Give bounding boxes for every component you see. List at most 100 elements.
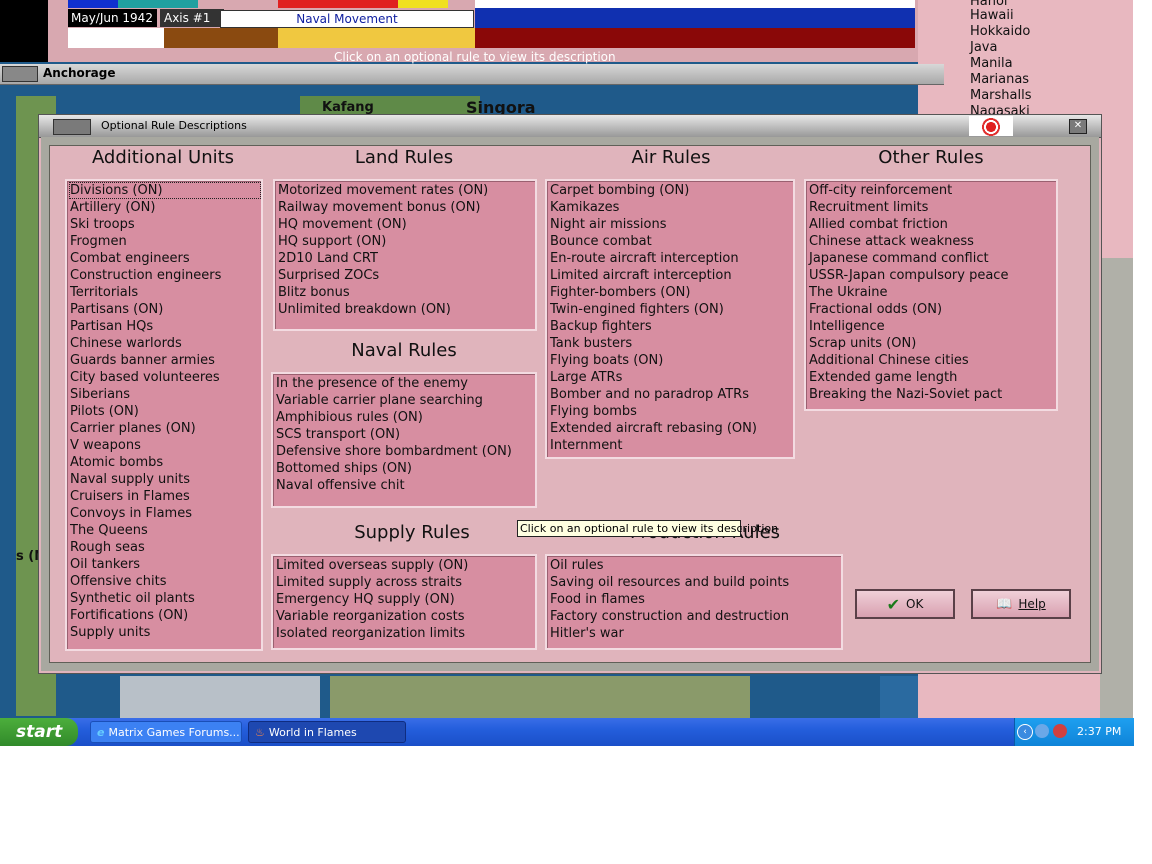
list-item[interactable]: Night air missions bbox=[549, 216, 793, 233]
list-item[interactable]: Bomber and no paradrop ATRs bbox=[549, 386, 793, 403]
list-item[interactable]: Marianas bbox=[970, 72, 1029, 87]
production-rules-list[interactable]: Oil rules Saving oil resources and build… bbox=[545, 554, 843, 650]
list-item[interactable]: Surprised ZOCs bbox=[277, 267, 535, 284]
taskbar-item-forums[interactable]: e Matrix Games Forums... bbox=[90, 721, 242, 743]
list-item[interactable]: Supply units bbox=[69, 624, 261, 641]
list-item[interactable]: En-route aircraft interception bbox=[549, 250, 793, 267]
list-item[interactable]: The Queens bbox=[69, 522, 261, 539]
start-button[interactable]: start bbox=[0, 718, 78, 746]
list-item[interactable]: Japanese command conflict bbox=[808, 250, 1056, 267]
list-item[interactable]: Variable reorganization costs bbox=[275, 608, 535, 625]
list-item[interactable]: Defensive shore bombardment (ON) bbox=[275, 443, 535, 460]
list-item[interactable]: Isolated reorganization limits bbox=[275, 625, 535, 642]
list-item[interactable]: Rough seas bbox=[69, 539, 261, 556]
list-item[interactable]: Blitz bonus bbox=[277, 284, 535, 301]
list-item[interactable]: Additional Chinese cities bbox=[808, 352, 1056, 369]
list-item[interactable]: V weapons bbox=[69, 437, 261, 454]
window-menu-icon[interactable] bbox=[2, 66, 38, 82]
list-item[interactable]: Extended game length bbox=[808, 369, 1056, 386]
list-item[interactable]: Siberians bbox=[69, 386, 261, 403]
list-item[interactable]: Scrap units (ON) bbox=[808, 335, 1056, 352]
list-item[interactable]: Partisan HQs bbox=[69, 318, 261, 335]
security-icon[interactable] bbox=[1053, 724, 1067, 738]
list-item[interactable]: Chinese warlords bbox=[69, 335, 261, 352]
additional-units-list[interactable]: Divisions (ON) Artillery (ON) Ski troops… bbox=[65, 179, 263, 651]
list-item[interactable]: Hitler's war bbox=[549, 625, 841, 642]
list-item[interactable]: 2D10 Land CRT bbox=[277, 250, 535, 267]
network-icon[interactable] bbox=[1035, 724, 1049, 738]
list-item[interactable]: Marshalls bbox=[970, 88, 1032, 103]
list-item[interactable]: Flying bombs bbox=[549, 403, 793, 420]
list-item[interactable]: Fractional odds (ON) bbox=[808, 301, 1056, 318]
list-item[interactable]: Partisans (ON) bbox=[69, 301, 261, 318]
list-item[interactable]: Flying boats (ON) bbox=[549, 352, 793, 369]
ok-button[interactable]: ✔ OK bbox=[855, 589, 955, 619]
list-item[interactable]: The Ukraine bbox=[808, 284, 1056, 301]
list-item[interactable]: Manila bbox=[970, 56, 1013, 71]
list-item[interactable]: Recruitment limits bbox=[808, 199, 1056, 216]
list-item[interactable]: Amphibious rules (ON) bbox=[275, 409, 535, 426]
list-item[interactable]: Tank busters bbox=[549, 335, 793, 352]
list-item[interactable]: Artillery (ON) bbox=[69, 199, 261, 216]
list-item[interactable]: Bounce combat bbox=[549, 233, 793, 250]
list-item[interactable]: Chinese attack weakness bbox=[808, 233, 1056, 250]
list-item[interactable]: Off-city reinforcement bbox=[808, 182, 1056, 199]
other-rules-list[interactable]: Off-city reinforcement Recruitment limit… bbox=[804, 179, 1058, 411]
list-item[interactable]: Emergency HQ supply (ON) bbox=[275, 591, 535, 608]
list-item[interactable]: Frogmen bbox=[69, 233, 261, 250]
supply-rules-list[interactable]: Limited overseas supply (ON) Limited sup… bbox=[271, 554, 537, 650]
window-menu-icon[interactable] bbox=[53, 119, 91, 135]
list-item[interactable]: SCS transport (ON) bbox=[275, 426, 535, 443]
list-item[interactable]: HQ movement (ON) bbox=[277, 216, 535, 233]
list-item[interactable]: Fortifications (ON) bbox=[69, 607, 261, 624]
list-item[interactable]: HQ support (ON) bbox=[277, 233, 535, 250]
list-item[interactable]: Construction engineers bbox=[69, 267, 261, 284]
list-item[interactable]: Combat engineers bbox=[69, 250, 261, 267]
list-item[interactable]: Extended aircraft rebasing (ON) bbox=[549, 420, 793, 437]
list-item[interactable]: Intelligence bbox=[808, 318, 1056, 335]
list-item[interactable]: Convoys in Flames bbox=[69, 505, 261, 522]
list-item[interactable]: In the presence of the enemy bbox=[275, 375, 535, 392]
list-item[interactable]: Limited supply across straits bbox=[275, 574, 535, 591]
list-item[interactable]: Java bbox=[970, 40, 997, 55]
list-item[interactable]: Carrier planes (ON) bbox=[69, 420, 261, 437]
list-item[interactable]: USSR-Japan compulsory peace bbox=[808, 267, 1056, 284]
list-item[interactable]: Motorized movement rates (ON) bbox=[277, 182, 535, 199]
list-item[interactable]: Territorials bbox=[69, 284, 261, 301]
list-item[interactable]: Twin-engined fighters (ON) bbox=[549, 301, 793, 318]
list-item[interactable]: Ski troops bbox=[69, 216, 261, 233]
naval-rules-list[interactable]: In the presence of the enemy Variable ca… bbox=[271, 372, 537, 508]
list-item[interactable]: Divisions (ON) bbox=[69, 182, 261, 199]
close-icon[interactable]: ✕ bbox=[1069, 119, 1087, 134]
list-item[interactable]: Food in flames bbox=[549, 591, 841, 608]
list-item[interactable]: Bottomed ships (ON) bbox=[275, 460, 535, 477]
list-item[interactable]: Railway movement bonus (ON) bbox=[277, 199, 535, 216]
list-item[interactable]: Variable carrier plane searching bbox=[275, 392, 535, 409]
list-item[interactable]: Naval offensive chit bbox=[275, 477, 535, 494]
list-item[interactable]: Carpet bombing (ON) bbox=[549, 182, 793, 199]
list-item[interactable]: Backup fighters bbox=[549, 318, 793, 335]
list-item[interactable]: Hokkaido bbox=[970, 24, 1030, 39]
list-item[interactable]: Internment bbox=[549, 437, 793, 454]
taskbar-item-world-in-flames[interactable]: ♨ World in Flames bbox=[248, 721, 406, 743]
list-item[interactable]: Allied combat friction bbox=[808, 216, 1056, 233]
list-item[interactable]: Factory construction and destruction bbox=[549, 608, 841, 625]
land-rules-list[interactable]: Motorized movement rates (ON) Railway mo… bbox=[273, 179, 537, 331]
list-item[interactable]: Breaking the Nazi-Soviet pact bbox=[808, 386, 1056, 403]
list-item[interactable]: Large ATRs bbox=[549, 369, 793, 386]
list-item[interactable]: Cruisers in Flames bbox=[69, 488, 261, 505]
list-item[interactable]: Synthetic oil plants bbox=[69, 590, 261, 607]
list-item[interactable]: Hawaii bbox=[970, 8, 1014, 23]
list-item[interactable]: Pilots (ON) bbox=[69, 403, 261, 420]
anchorage-title-bar[interactable]: Anchorage bbox=[0, 64, 944, 85]
list-item[interactable]: City based volunteeres bbox=[69, 369, 261, 386]
list-item[interactable]: Naval supply units bbox=[69, 471, 261, 488]
list-item[interactable]: Limited overseas supply (ON) bbox=[275, 557, 535, 574]
list-item[interactable]: Saving oil resources and build points bbox=[549, 574, 841, 591]
tray-chevron-icon[interactable]: ‹ bbox=[1017, 724, 1033, 740]
list-item[interactable]: Offensive chits bbox=[69, 573, 261, 590]
list-item[interactable]: Guards banner armies bbox=[69, 352, 261, 369]
list-item[interactable]: Limited aircraft interception bbox=[549, 267, 793, 284]
city-list[interactable]: Hanoi Hawaii Hokkaido Java Manila Marian… bbox=[966, 0, 1133, 120]
list-item[interactable]: Oil tankers bbox=[69, 556, 261, 573]
